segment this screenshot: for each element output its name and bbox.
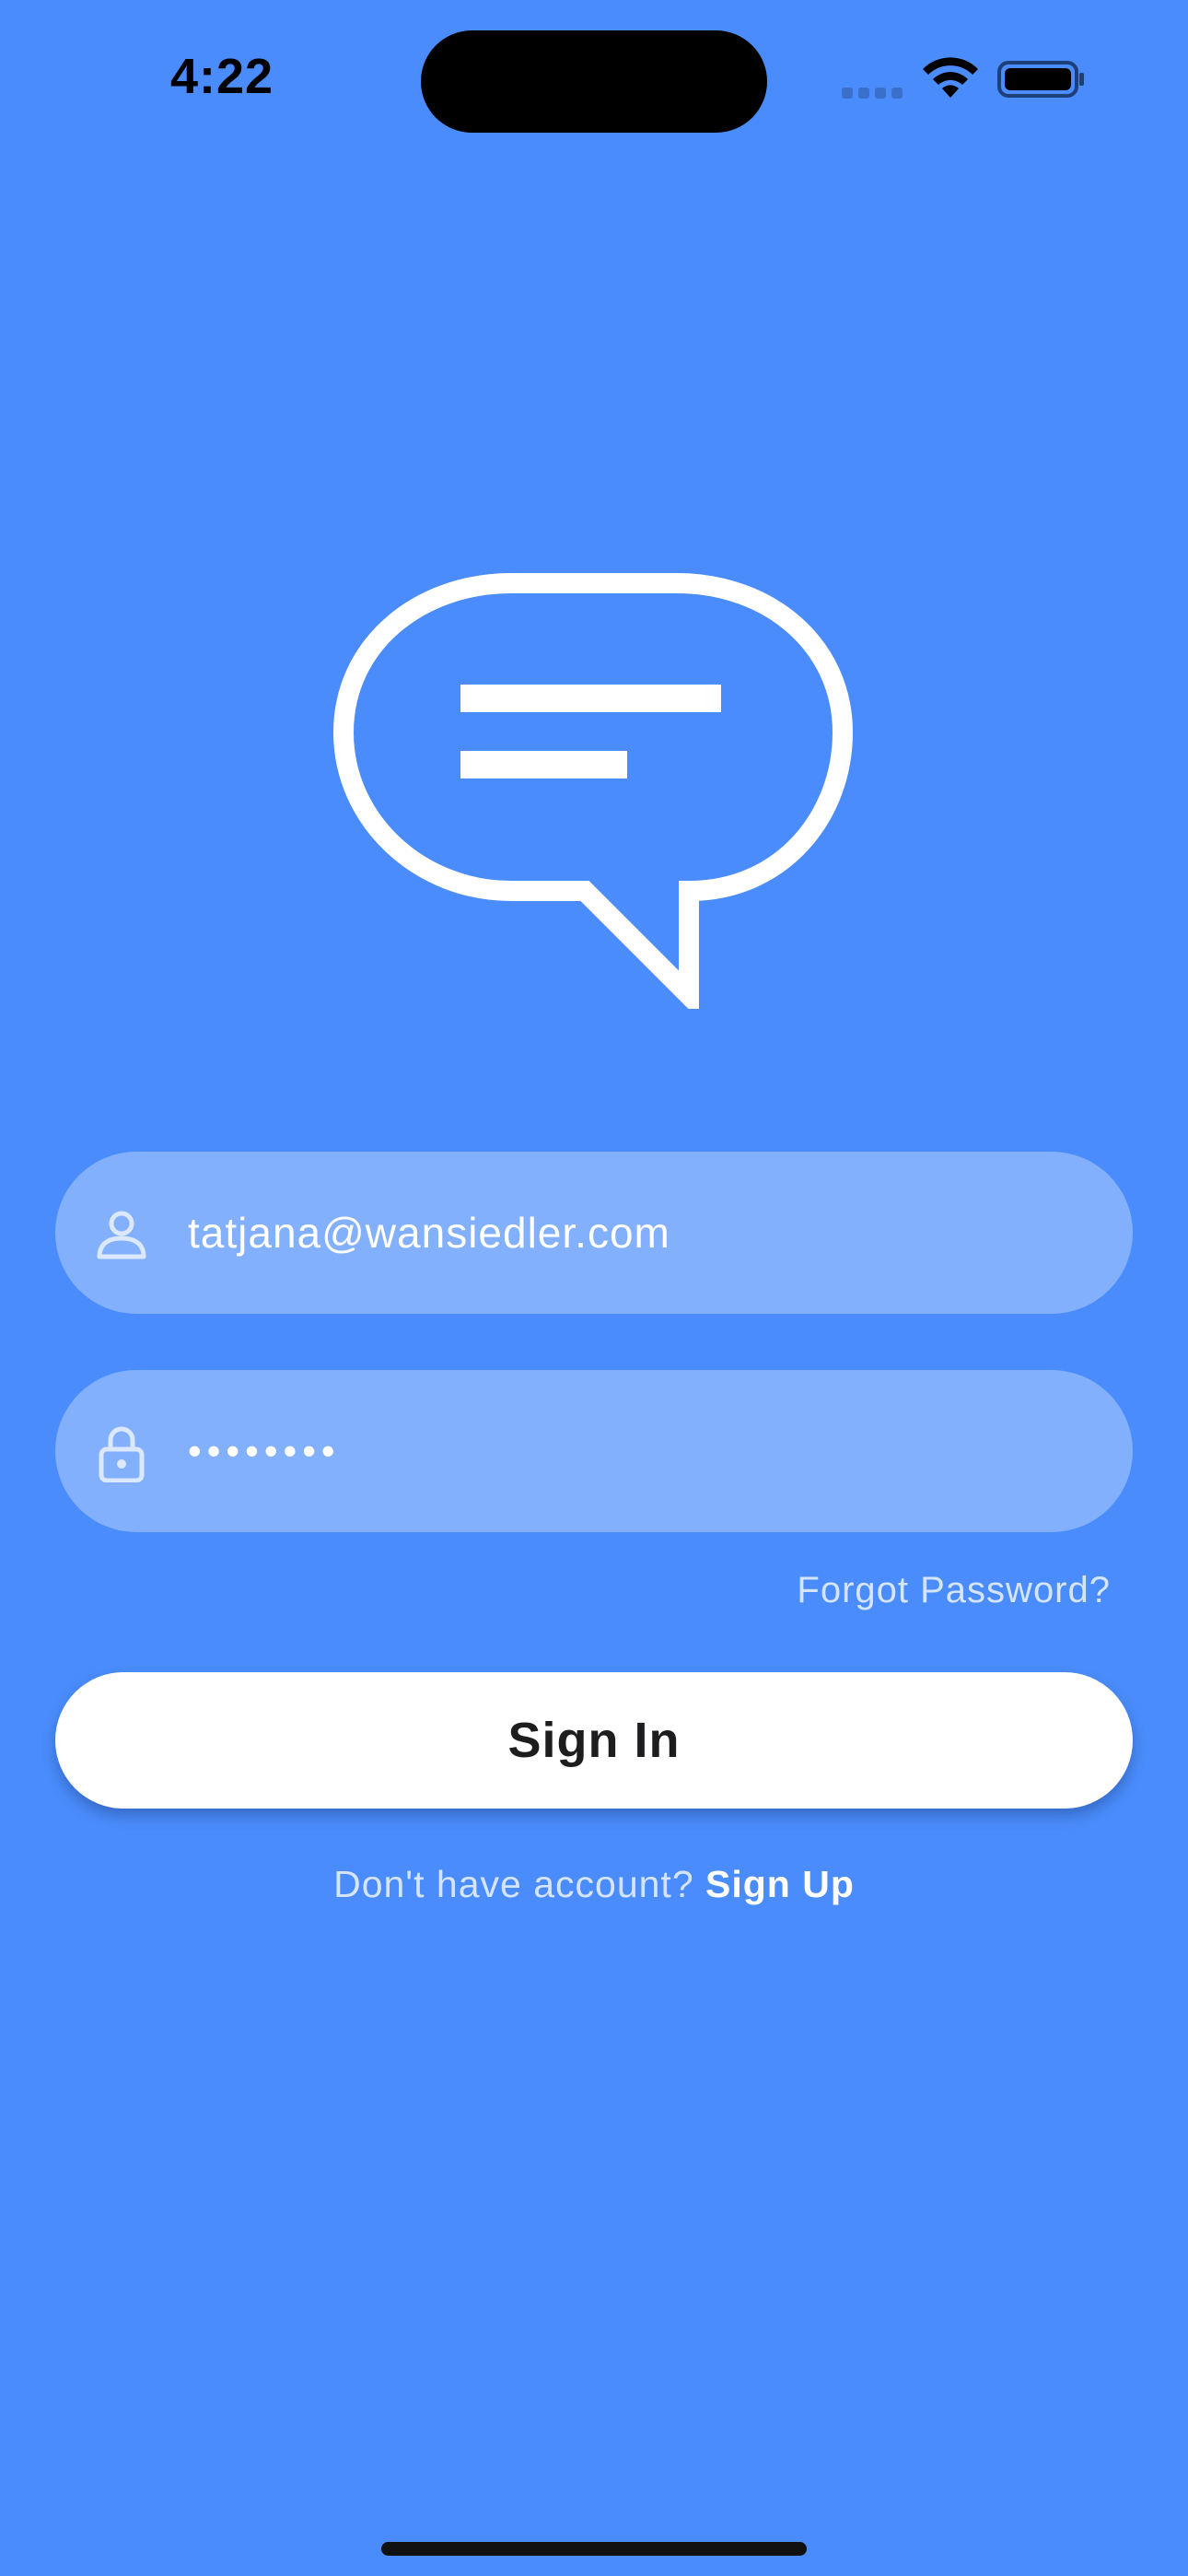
- sign-in-button[interactable]: Sign In: [55, 1672, 1133, 1809]
- forgot-password-link[interactable]: Forgot Password?: [797, 1570, 1111, 1611]
- sign-up-prompt: Don't have account? Sign Up: [0, 1863, 1188, 1906]
- cellular-signal-icon: [842, 84, 906, 99]
- sign-up-link[interactable]: Sign Up: [705, 1863, 855, 1905]
- lock-icon: [99, 1426, 145, 1482]
- status-time: 4:22: [170, 49, 274, 104]
- battery-icon: [997, 61, 1084, 98]
- no-account-text: Don't have account?: [333, 1863, 706, 1905]
- chat-bubble-logo-icon: [332, 573, 854, 1009]
- password-field[interactable]: [55, 1370, 1133, 1532]
- password-input[interactable]: [188, 1370, 1090, 1532]
- dynamic-island: [421, 30, 767, 133]
- home-indicator[interactable]: [381, 2542, 807, 2556]
- email-input[interactable]: [188, 1152, 1090, 1314]
- wifi-icon: [923, 57, 978, 98]
- person-icon: [97, 1211, 146, 1259]
- email-field[interactable]: [55, 1152, 1133, 1314]
